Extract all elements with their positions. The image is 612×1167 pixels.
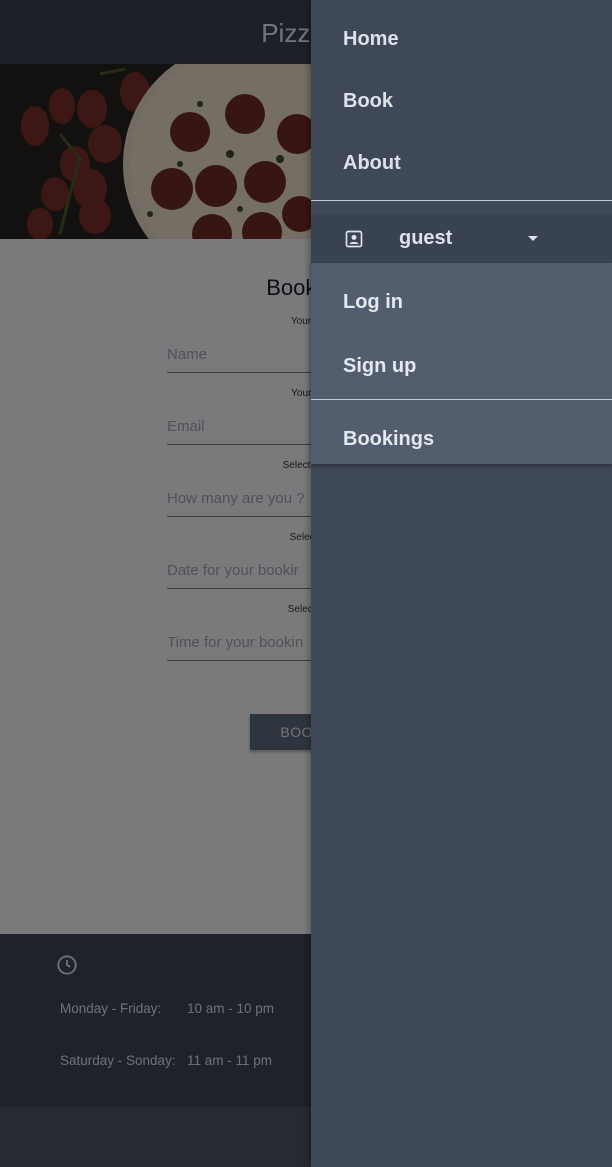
menu-item-login[interactable]: Log in: [343, 291, 403, 314]
caret-down-icon: [528, 236, 538, 241]
nav-item-about[interactable]: About: [343, 152, 401, 175]
nav-item-home[interactable]: Home: [343, 28, 399, 51]
account-name: guest: [399, 227, 453, 249]
nav-item-book[interactable]: Book: [343, 90, 393, 113]
account-box-icon: [345, 230, 363, 248]
account-menu: Log in Sign up Bookings: [311, 263, 612, 464]
menu-item-bookings[interactable]: Bookings: [343, 428, 434, 451]
menu-item-signup[interactable]: Sign up: [343, 355, 416, 378]
side-navigation: Home Book About guest Log in Sign up Boo…: [311, 0, 612, 1167]
menu-divider: [311, 399, 612, 400]
account-dropdown-trigger[interactable]: guest: [311, 215, 612, 263]
nav-divider: [311, 200, 612, 201]
